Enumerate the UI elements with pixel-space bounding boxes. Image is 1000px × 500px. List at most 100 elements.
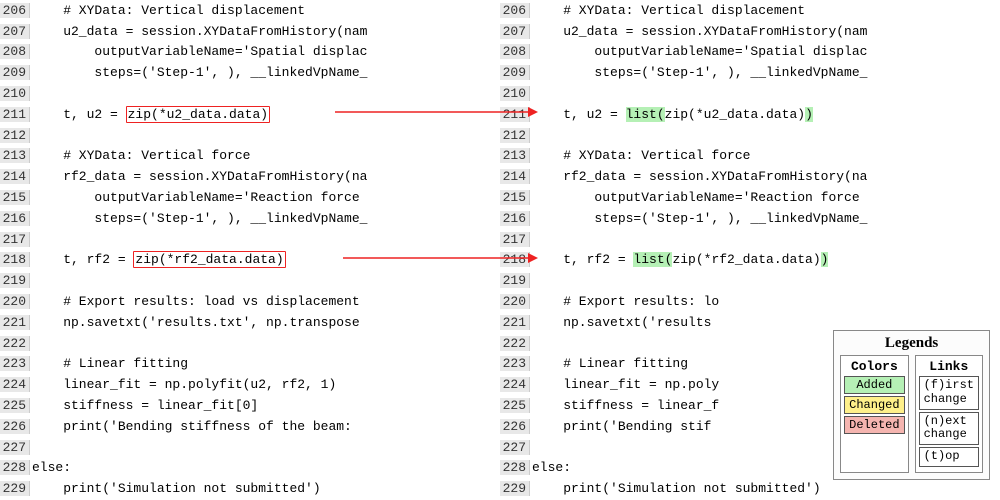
line-number: 212	[500, 128, 530, 143]
code-line: 210	[0, 83, 500, 104]
line-number: 212	[0, 128, 30, 143]
code-content: steps=('Step-1', ), __linkedVpName_	[30, 65, 500, 80]
code-line: 211 t, u2 = zip(*u2_data.data)n	[0, 104, 500, 125]
line-number: 215	[500, 190, 530, 205]
line-number: 229	[500, 481, 530, 496]
diff-hl-added: list(	[633, 252, 672, 267]
line-number: 210	[0, 86, 30, 101]
code-content: # Export results: load vs displacement	[30, 294, 500, 309]
line-number: 227	[0, 440, 30, 455]
line-number: 206	[0, 3, 30, 18]
line-number: 222	[0, 336, 30, 351]
code-content: t, u2 = zip(*u2_data.data)	[30, 106, 500, 123]
code-line: 219	[0, 270, 500, 291]
legend-links-col: Links (f)irstchange(n)extchange(t)op	[915, 355, 983, 473]
line-number: 229	[0, 481, 30, 496]
line-number: 208	[0, 44, 30, 59]
code-line: 211 t, u2 = list(zip(*u2_data.data))	[500, 104, 1000, 125]
line-number: 207	[500, 24, 530, 39]
code-content: outputVariableName='Spatial displac	[530, 44, 1000, 59]
code-content: stiffness = linear_fit[0]	[30, 398, 500, 413]
code-line: 210	[500, 83, 1000, 104]
line-number: 226	[0, 419, 30, 434]
code-content: rf2_data = session.XYDataFromHistory(na	[30, 169, 500, 184]
line-number: 213	[500, 148, 530, 163]
code-content: # XYData: Vertical force	[530, 148, 1000, 163]
code-line: 217	[500, 229, 1000, 250]
line-number: 211	[500, 107, 530, 122]
legend-links-body: (f)irstchange(n)extchange(t)op	[919, 376, 979, 467]
code-line: 224 linear_fit = np.polyfit(u2, rf2, 1)	[0, 374, 500, 395]
code-content: # XYData: Vertical force	[30, 148, 500, 163]
code-content: print('Bending stiffness of the beam:	[30, 419, 500, 434]
code-content: steps=('Step-1', ), __linkedVpName_	[530, 65, 1000, 80]
legend-colors-body: Added Changed Deleted	[844, 376, 904, 434]
line-number: 228	[0, 460, 30, 475]
code-content: outputVariableName='Reaction force	[30, 190, 500, 205]
line-number: 218	[0, 252, 30, 267]
line-number: 225	[500, 398, 530, 413]
code-line: 216 steps=('Step-1', ), __linkedVpName_	[500, 208, 1000, 229]
code-content: # Export results: lo	[530, 294, 1000, 309]
legend-link[interactable]: (f)irstchange	[919, 376, 979, 410]
code-line: 228else:	[0, 458, 500, 479]
change-highlight-box: zip(*rf2_data.data)	[133, 251, 285, 268]
code-line: 206 # XYData: Vertical displacement	[0, 0, 500, 21]
code-content: outputVariableName='Reaction force	[530, 190, 1000, 205]
code-line: 225 stiffness = linear_fit[0]	[0, 395, 500, 416]
code-line: 229 print('Simulation not submitted')	[500, 478, 1000, 499]
left-pane: 206 # XYData: Vertical displacement 207 u…	[0, 0, 500, 500]
legends-box: Legends Colors AddedChangedDeleted Links…	[833, 330, 990, 480]
line-number: 211	[0, 107, 30, 122]
legend-link[interactable]: (n)extchange	[919, 412, 979, 446]
line-number: 216	[500, 211, 530, 226]
line-number: 209	[500, 65, 530, 80]
line-number: 227	[500, 440, 530, 455]
code-content: t, u2 = list(zip(*u2_data.data))	[530, 107, 1000, 122]
line-number: 216	[0, 211, 30, 226]
line-number: 225	[0, 398, 30, 413]
code-line: 219	[500, 270, 1000, 291]
legend-colors-title: Colors	[844, 359, 904, 374]
line-number: 215	[0, 190, 30, 205]
code-line: 220 # Export results: load vs displaceme…	[0, 291, 500, 312]
code-text: t, rf2 =	[532, 252, 633, 267]
code-line: 214 rf2_data = session.XYDataFromHistory…	[0, 166, 500, 187]
code-line: 218 t, rf2 = zip(*rf2_data.data)t	[0, 250, 500, 271]
code-line: 214 rf2_data = session.XYDataFromHistory…	[500, 166, 1000, 187]
legend-link[interactable]: (t)op	[919, 447, 979, 467]
line-number: 221	[0, 315, 30, 330]
legend-color-changed: Changed	[844, 396, 904, 414]
line-number: 219	[500, 273, 530, 288]
line-number: 210	[500, 86, 530, 101]
code-line: 207 u2_data = session.XYDataFromHistory(…	[500, 21, 1000, 42]
line-number: 221	[500, 315, 530, 330]
change-highlight-box: zip(*u2_data.data)	[126, 106, 270, 123]
code-content: u2_data = session.XYDataFromHistory(nam	[30, 24, 500, 39]
code-content: np.savetxt('results.txt', np.transpose	[30, 315, 500, 330]
code-line: 215 outputVariableName='Reaction force	[0, 187, 500, 208]
line-number: 228	[500, 460, 530, 475]
code-text: zip(*u2_data.data)	[665, 107, 805, 122]
code-content: np.savetxt('results	[530, 315, 1000, 330]
legend-color-added: Added	[844, 376, 904, 394]
line-number: 213	[0, 148, 30, 163]
line-number: 223	[500, 356, 530, 371]
code-line: 209 steps=('Step-1', ), __linkedVpName_	[500, 62, 1000, 83]
line-number: 224	[0, 377, 30, 392]
line-number: 208	[500, 44, 530, 59]
line-number: 220	[500, 294, 530, 309]
code-line: 215 outputVariableName='Reaction force	[500, 187, 1000, 208]
line-number: 226	[500, 419, 530, 434]
code-content: steps=('Step-1', ), __linkedVpName_	[30, 211, 500, 226]
line-number: 220	[0, 294, 30, 309]
code-content: print('Simulation not submitted')	[530, 481, 1000, 496]
line-number: 219	[0, 273, 30, 288]
code-content: rf2_data = session.XYDataFromHistory(na	[530, 169, 1000, 184]
code-line: 212	[500, 125, 1000, 146]
legend-links-title: Links	[919, 359, 979, 374]
legend-color-deleted: Deleted	[844, 416, 904, 434]
code-line: 213 # XYData: Vertical force	[0, 146, 500, 167]
line-number: 207	[0, 24, 30, 39]
code-text: zip(*rf2_data.data)	[672, 252, 820, 267]
